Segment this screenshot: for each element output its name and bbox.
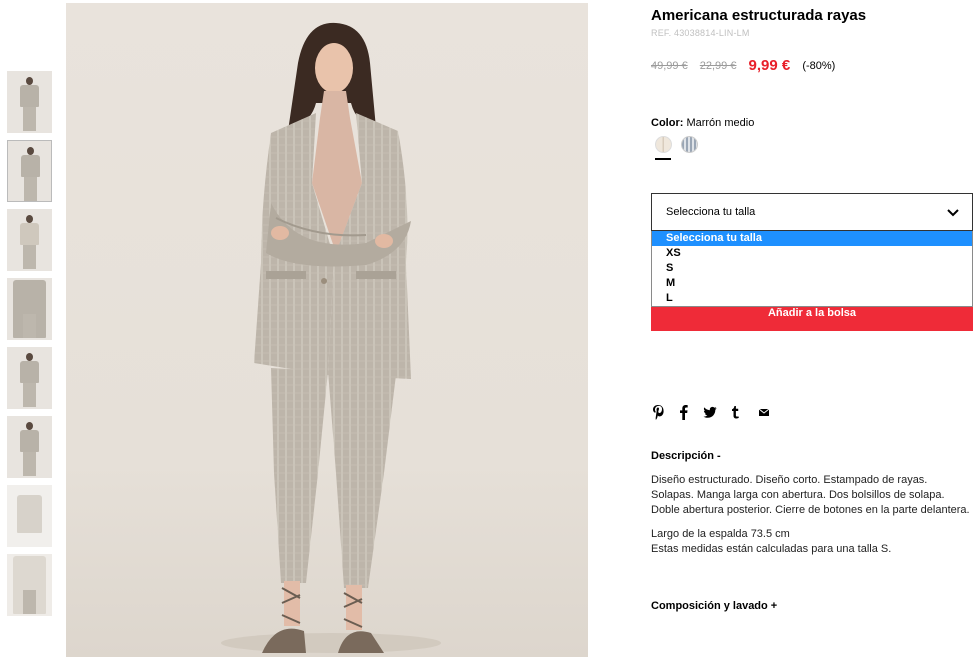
size-option-xs[interactable]: XS bbox=[652, 246, 972, 261]
original-price: 49,99 € bbox=[651, 60, 688, 72]
description-toggle[interactable]: Descripción - bbox=[651, 450, 721, 462]
size-note: Estas medidas están calculadas para una … bbox=[651, 543, 892, 555]
previous-price: 22,99 € bbox=[699, 60, 737, 72]
thumbnail-5[interactable] bbox=[7, 347, 52, 409]
email-icon[interactable] bbox=[758, 404, 770, 420]
beige-stripe-swatch[interactable] bbox=[655, 136, 672, 153]
size-select[interactable]: Selecciona tu talla bbox=[651, 193, 973, 231]
pinterest-icon[interactable] bbox=[652, 404, 664, 420]
size-select-label: Selecciona tu talla bbox=[666, 206, 756, 218]
facebook-icon[interactable] bbox=[679, 404, 688, 420]
current-price: 9,99 € bbox=[748, 57, 791, 74]
twitter-icon[interactable] bbox=[703, 404, 717, 420]
size-option-s[interactable]: S bbox=[652, 261, 972, 276]
description-paragraph: Diseño estructurado. Diseño corto. Estam… bbox=[651, 474, 970, 516]
color-value: Marrón medio bbox=[686, 117, 755, 129]
size-option-placeholder[interactable]: Selecciona tu talla bbox=[652, 231, 972, 246]
back-length: Largo de la espalda 73.5 cm bbox=[651, 528, 790, 540]
thumbnail-6[interactable] bbox=[7, 416, 52, 478]
thumbnail-list bbox=[7, 71, 52, 623]
description-text: Diseño estructurado. Diseño corto. Estam… bbox=[651, 473, 971, 566]
thumbnail-7[interactable] bbox=[7, 485, 52, 547]
selected-swatch-indicator bbox=[655, 158, 671, 160]
composition-toggle[interactable]: Composición y lavado + bbox=[651, 600, 777, 612]
size-option-m[interactable]: M bbox=[652, 276, 972, 291]
product-title: Americana estructurada rayas bbox=[651, 7, 867, 24]
tumblr-icon[interactable] bbox=[731, 404, 740, 420]
add-to-bag-button[interactable]: Añadir a la bolsa bbox=[651, 307, 973, 331]
size-dropdown-list: Selecciona tu talla XS S M L bbox=[651, 231, 973, 307]
model-illustration bbox=[221, 22, 441, 653]
measurements-paragraph: Largo de la espalda 73.5 cm Estas medida… bbox=[651, 527, 971, 557]
thumbnail-8[interactable] bbox=[7, 554, 52, 616]
color-label: Color: Marrón medio bbox=[651, 117, 754, 129]
color-heading: Color: bbox=[651, 117, 684, 129]
size-option-l[interactable]: L bbox=[652, 291, 972, 306]
thumbnail-3[interactable] bbox=[7, 209, 52, 271]
thumbnail-4[interactable] bbox=[7, 278, 52, 340]
discount-badge: (-80%) bbox=[802, 60, 836, 72]
chevron-down-icon bbox=[947, 209, 959, 217]
product-reference: REF. 43038814-LIN-LM bbox=[651, 28, 750, 38]
price-row: 49,99 € 22,99 € 9,99 € (-80%) bbox=[651, 56, 836, 74]
main-product-image[interactable] bbox=[66, 3, 588, 657]
thumbnail-2[interactable] bbox=[7, 140, 52, 202]
blue-stripe-swatch[interactable] bbox=[681, 136, 698, 153]
thumbnail-1[interactable] bbox=[7, 71, 52, 133]
